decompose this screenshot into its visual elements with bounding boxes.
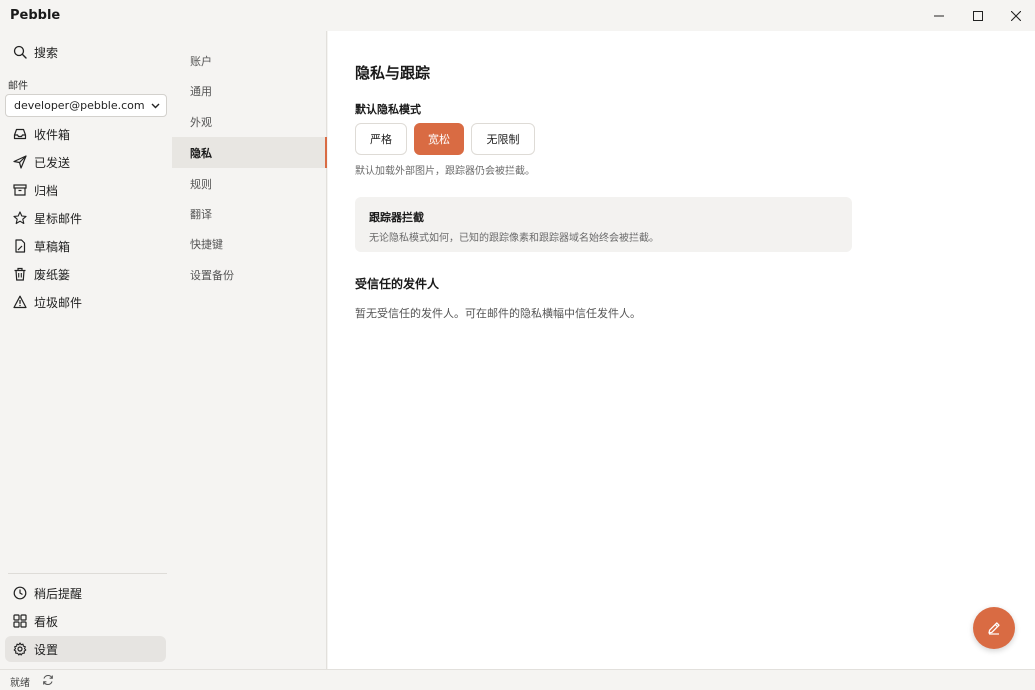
tracker-blocking-card: 跟踪器拦截 无论隐私模式如何，已知的跟踪像素和跟踪器域名始终会被拦截。 <box>355 197 852 252</box>
sidebar-item-trash[interactable]: 废纸篓 <box>5 261 166 287</box>
minimize-icon <box>934 15 944 16</box>
sidebar-item-settings[interactable]: 设置 <box>5 636 166 662</box>
clock-icon <box>13 586 27 600</box>
search-icon <box>13 45 27 59</box>
settings-item-translate[interactable]: 翻译 <box>172 198 326 229</box>
maximize-icon <box>973 10 983 21</box>
tracker-blocking-body: 无论隐私模式如何，已知的跟踪像素和跟踪器域名始终会被拦截。 <box>369 233 659 244</box>
settings-item-backup[interactable]: 设置备份 <box>172 259 326 290</box>
send-icon <box>13 155 27 169</box>
board-icon <box>13 614 27 628</box>
star-icon <box>13 211 27 225</box>
privacy-mode-help: 默认加载外部图片，跟踪器仍会被拦截。 <box>355 166 535 177</box>
sidebar-item-label: 垃圾邮件 <box>34 295 83 310</box>
mail-section-label: 邮件 <box>8 81 28 92</box>
tracker-blocking-title: 跟踪器拦截 <box>369 211 424 224</box>
chevron-down-icon <box>151 103 160 109</box>
sidebar-item-label: 稍后提醒 <box>34 586 83 601</box>
compose-button[interactable] <box>973 607 1015 649</box>
mode-unrestricted-button[interactable]: 无限制 <box>471 123 535 155</box>
privacy-mode-heading: 默认隐私模式 <box>355 103 421 116</box>
sidebar-item-inbox[interactable]: 收件箱 <box>5 121 166 147</box>
sidebar: 搜索 邮件 developer@pebble.com 收件箱 已发送 归档 星标… <box>0 31 172 669</box>
spam-icon <box>13 295 27 309</box>
settings-nav: 账户 通用 外观 隐私 规则 翻译 快捷键 设置备份 <box>172 31 327 669</box>
trash-icon <box>13 267 27 281</box>
pencil-icon <box>988 622 1000 635</box>
archive-icon <box>13 183 27 197</box>
sidebar-item-label: 看板 <box>34 614 59 629</box>
sidebar-divider <box>8 573 167 574</box>
sidebar-item-sent[interactable]: 已发送 <box>5 149 166 175</box>
sidebar-item-label: 收件箱 <box>34 127 71 142</box>
title-bar: Pebble <box>0 0 1035 31</box>
page-title: 隐私与跟踪 <box>355 64 431 82</box>
draft-icon <box>13 239 27 253</box>
sidebar-item-label: 归档 <box>34 183 59 198</box>
sidebar-item-label: 草稿箱 <box>34 239 71 254</box>
status-bar: 就绪 <box>0 669 1035 690</box>
close-button[interactable] <box>997 0 1035 31</box>
close-icon <box>1011 10 1021 21</box>
sidebar-item-label: 设置 <box>34 642 59 657</box>
sidebar-item-label: 已发送 <box>34 155 71 170</box>
sidebar-item-drafts[interactable]: 草稿箱 <box>5 233 166 259</box>
maximize-button[interactable] <box>959 0 997 31</box>
settings-item-shortcuts[interactable]: 快捷键 <box>172 228 326 259</box>
refresh-icon[interactable] <box>42 674 54 686</box>
sidebar-item-archive[interactable]: 归档 <box>5 177 166 203</box>
mode-relaxed-button[interactable]: 宽松 <box>414 123 464 155</box>
sidebar-item-label: 星标邮件 <box>34 211 83 226</box>
account-select[interactable]: developer@pebble.com <box>5 94 167 117</box>
settings-item-rules[interactable]: 规则 <box>172 168 326 199</box>
search-button[interactable]: 搜索 <box>5 39 166 65</box>
account-select-value: developer@pebble.com <box>14 99 145 112</box>
sidebar-item-starred[interactable]: 星标邮件 <box>5 205 166 231</box>
settings-item-privacy[interactable]: 隐私 <box>172 137 327 168</box>
gear-icon <box>13 642 27 656</box>
settings-item-appearance[interactable]: 外观 <box>172 106 326 137</box>
privacy-settings-panel: 隐私与跟踪 默认隐私模式 严格 宽松 无限制 默认加载外部图片，跟踪器仍会被拦截… <box>328 31 1035 669</box>
search-label: 搜索 <box>34 45 59 60</box>
sidebar-item-spam[interactable]: 垃圾邮件 <box>5 289 166 315</box>
sidebar-item-label: 废纸篓 <box>34 267 71 282</box>
mode-strict-button[interactable]: 严格 <box>355 123 407 155</box>
sidebar-item-snooze[interactable]: 稍后提醒 <box>5 580 166 606</box>
trusted-senders-heading: 受信任的发件人 <box>355 277 440 291</box>
trusted-senders-empty: 暂无受信任的发件人。可在邮件的隐私横幅中信任发件人。 <box>355 307 641 320</box>
sidebar-item-board[interactable]: 看板 <box>5 608 166 634</box>
app-title: Pebble <box>10 8 61 23</box>
status-text: 就绪 <box>10 678 30 689</box>
inbox-icon <box>13 127 27 141</box>
settings-item-general[interactable]: 通用 <box>172 75 326 106</box>
settings-item-account[interactable]: 账户 <box>172 45 326 76</box>
minimize-button[interactable] <box>920 0 958 31</box>
